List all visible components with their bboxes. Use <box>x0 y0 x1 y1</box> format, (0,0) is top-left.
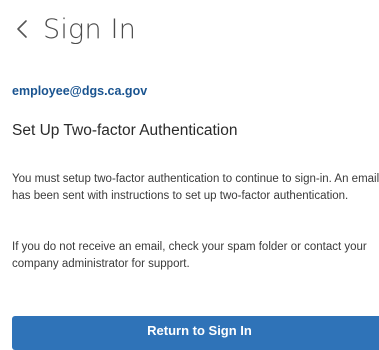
return-to-sign-in-button[interactable]: Return to Sign In <box>12 316 379 350</box>
instructions-paragraph: You must setup two-factor authentication… <box>12 173 379 202</box>
section-title: Set Up Two-factor Authentication <box>12 122 238 139</box>
page-header: Sign In <box>13 10 136 48</box>
support-paragraph: If you do not receive an email, check yo… <box>12 241 367 270</box>
chevron-left-icon[interactable] <box>13 14 31 44</box>
account-email: employee@dgs.ca.gov <box>12 84 148 98</box>
page-title: Sign In <box>43 13 137 45</box>
